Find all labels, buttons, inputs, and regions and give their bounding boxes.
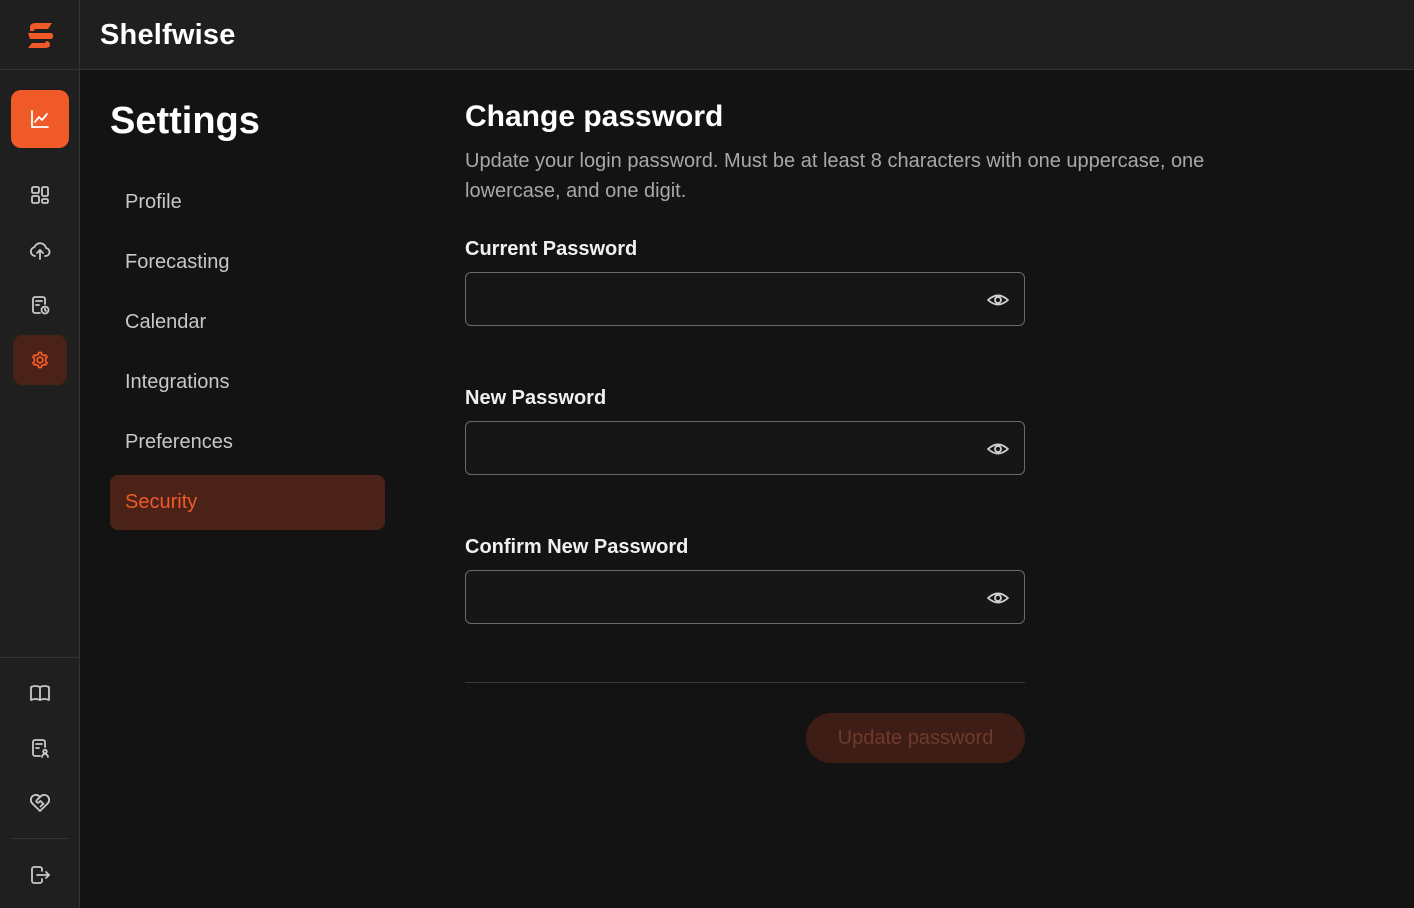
settings-nav-security[interactable]: Security [110,475,385,530]
top-bar: Shelfwise [0,0,1414,70]
current-password-label: Current Password [465,238,638,260]
settings-nav-forecasting[interactable]: Forecasting [110,235,385,290]
update-password-button[interactable]: Update password [806,713,1025,763]
settings-nav-profile[interactable]: Profile [110,175,385,230]
new-password-label: New Password [465,387,607,409]
report-clock-icon [32,296,50,315]
rail-divider [0,657,80,658]
logout-button[interactable] [13,850,67,900]
dashboard-grid-icon [31,186,49,204]
user-reports-button[interactable] [13,723,67,773]
rail-divider [10,838,70,839]
show-password-toggle[interactable] [986,288,1010,312]
gear-icon [32,351,48,369]
settings-button[interactable] [13,335,67,385]
dashboard-button[interactable] [13,170,67,220]
new-password-field [465,421,1025,475]
eye-icon [987,294,1009,306]
brand-logo[interactable] [0,0,80,70]
confirm-password-label: Confirm New Password [465,536,689,558]
upload-button[interactable] [13,225,67,275]
settings-nav-integrations[interactable]: Integrations [110,355,385,410]
section-title: Change password [465,100,724,133]
reports-button[interactable] [13,280,67,330]
new-password-input[interactable] [466,422,966,474]
app-name: Shelfwise [100,19,236,51]
heart-handshake-icon [30,793,50,812]
analytics-button[interactable] [11,90,69,148]
chart-line-icon [31,110,49,128]
book-open-icon [30,685,50,701]
cloud-upload-icon [29,242,51,260]
settings-nav-preferences[interactable]: Preferences [110,415,385,470]
show-password-toggle[interactable] [986,586,1010,610]
eye-icon [987,592,1009,604]
support-button[interactable] [13,778,67,828]
logout-icon [31,866,50,884]
page-title: Settings [110,100,260,142]
docs-button[interactable] [13,668,67,718]
form-divider [465,682,1025,683]
eye-icon [987,443,1009,455]
settings-nav-calendar[interactable]: Calendar [110,295,385,350]
confirm-password-field [465,570,1025,624]
current-password-input[interactable] [466,273,966,325]
report-user-icon [32,739,49,758]
show-password-toggle[interactable] [986,437,1010,461]
left-rail [0,70,80,908]
current-password-field [465,272,1025,326]
confirm-password-input[interactable] [466,571,966,623]
section-description: Update your login password. Must be at l… [465,150,1205,202]
shelfwise-logo-icon [27,23,53,48]
